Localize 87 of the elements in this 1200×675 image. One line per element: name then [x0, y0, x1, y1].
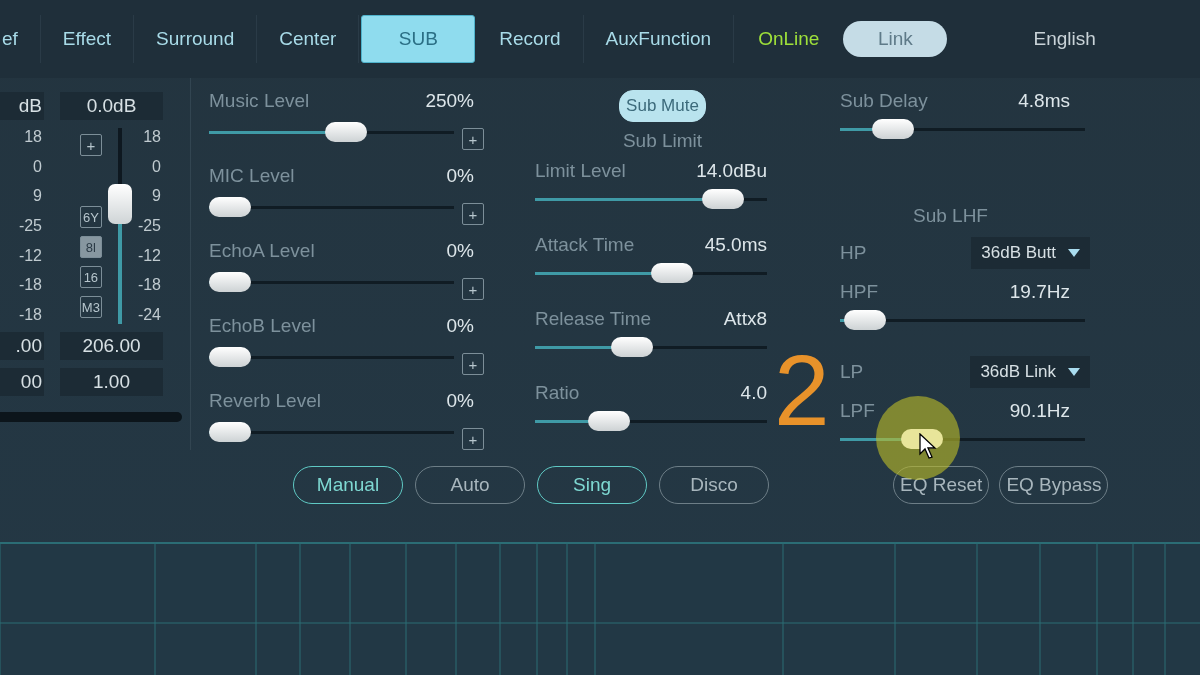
- slider-thumb[interactable]: [702, 189, 745, 209]
- plus-button[interactable]: +: [462, 428, 484, 450]
- filter-label: HP: [840, 242, 867, 264]
- filter-dropdown[interactable]: 36dB Butt: [971, 237, 1090, 269]
- slider-thumb[interactable]: [209, 346, 251, 367]
- slider-label: Attack Time: [535, 234, 635, 256]
- slider-label: EchoA Level: [209, 240, 315, 262]
- slider-value: 0%: [446, 165, 474, 187]
- scale-label: 9: [152, 187, 161, 206]
- scale-label: -18: [137, 276, 161, 295]
- slider-value: 90.1Hz: [1009, 400, 1070, 422]
- mode-button[interactable]: 16: [79, 266, 102, 288]
- sub-mute-button[interactable]: Sub Mute: [619, 90, 706, 122]
- caret-icon: [1068, 249, 1080, 257]
- slider-value: 14.0dBu: [696, 160, 767, 182]
- fader-thumb[interactable]: [107, 184, 132, 225]
- slider-thumb[interactable]: [209, 421, 251, 442]
- slider-thumb[interactable]: [209, 271, 251, 292]
- tab[interactable]: Record: [477, 15, 584, 63]
- scale-label: 18: [24, 128, 42, 146]
- tab[interactable]: ef: [0, 15, 41, 63]
- status-text: OnLine: [758, 28, 820, 50]
- slider-thumb[interactable]: [209, 196, 251, 217]
- slider-value: Attx8: [723, 308, 767, 330]
- scale-label: -18: [18, 305, 42, 324]
- scale-label: 18: [143, 128, 161, 146]
- slider-value: 0%: [446, 240, 474, 262]
- mode-button[interactable]: 6Y: [79, 206, 102, 228]
- mode-button[interactable]: 8l: [79, 236, 102, 258]
- scale-label: -12: [137, 246, 161, 265]
- caret-icon: [1068, 368, 1080, 376]
- tab[interactable]: SUB: [361, 15, 476, 63]
- slider-label: Limit Level: [535, 160, 626, 182]
- slider-thumb[interactable]: [588, 411, 631, 431]
- gain-readout: dB: [0, 92, 44, 120]
- scale-label: -25: [137, 216, 161, 235]
- slider-value: 0%: [446, 390, 474, 412]
- scale-label: -24: [137, 305, 161, 324]
- gain-readout: 0.0dB: [60, 92, 163, 120]
- plus-button[interactable]: +: [462, 278, 484, 300]
- slider-label: HPF: [840, 281, 878, 303]
- mode-button[interactable]: M3: [79, 296, 102, 318]
- value-readout: 00: [0, 368, 44, 396]
- slider-value: 4.0: [740, 382, 767, 404]
- section-heading: Sub LHF: [913, 205, 989, 227]
- slider-value: 4.8ms: [1018, 90, 1070, 112]
- slider-thumb[interactable]: [844, 310, 887, 330]
- slider-label: Release Time: [535, 308, 652, 330]
- cursor-icon: [918, 433, 937, 459]
- scale-label: -12: [18, 246, 42, 265]
- slider-label: Music Level: [209, 90, 310, 112]
- slider-value: 45.0ms: [704, 234, 767, 256]
- plus-button[interactable]: +: [462, 203, 484, 225]
- slider-label: LPF: [840, 400, 875, 422]
- scale-label: 0: [33, 157, 42, 176]
- tab[interactable]: Center: [257, 15, 360, 63]
- annotation-number: 2: [774, 352, 830, 428]
- slider-label: EchoB Level: [209, 315, 316, 337]
- slider-thumb[interactable]: [611, 337, 653, 357]
- tab[interactable]: Effect: [40, 15, 135, 63]
- slider-thumb[interactable]: [650, 263, 693, 283]
- value-readout: 1.00: [60, 368, 163, 396]
- slider-thumb[interactable]: [872, 119, 915, 139]
- tab[interactable]: AuxFunction: [583, 15, 735, 63]
- slider-label: MIC Level: [209, 165, 295, 187]
- section-heading: Sub Limit: [622, 130, 703, 152]
- slider-thumb[interactable]: [324, 121, 367, 142]
- slider-label: Sub Delay: [840, 90, 928, 112]
- scale-label: -18: [18, 276, 42, 295]
- scroll-bar[interactable]: [0, 412, 182, 422]
- slider-value: 19.7Hz: [1009, 281, 1070, 303]
- plus-button[interactable]: +: [462, 128, 484, 150]
- slider-value: 250%: [425, 90, 474, 112]
- slider-label: Ratio: [535, 382, 580, 404]
- slider-label: Reverb Level: [209, 390, 321, 412]
- slider-value: 0%: [446, 315, 474, 337]
- value-readout: 206.00: [60, 332, 163, 360]
- plus-button[interactable]: +: [79, 134, 102, 156]
- value-readout: .00: [0, 332, 44, 360]
- scale-label: 9: [33, 187, 42, 206]
- language-button[interactable]: English: [1027, 27, 1102, 51]
- scale-label: -25: [18, 216, 42, 235]
- filter-dropdown[interactable]: 36dB Link: [970, 356, 1090, 388]
- scale-label: 0: [152, 157, 161, 176]
- tab[interactable]: Surround: [134, 15, 258, 63]
- plus-button[interactable]: +: [462, 353, 484, 375]
- filter-label: LP: [840, 361, 864, 383]
